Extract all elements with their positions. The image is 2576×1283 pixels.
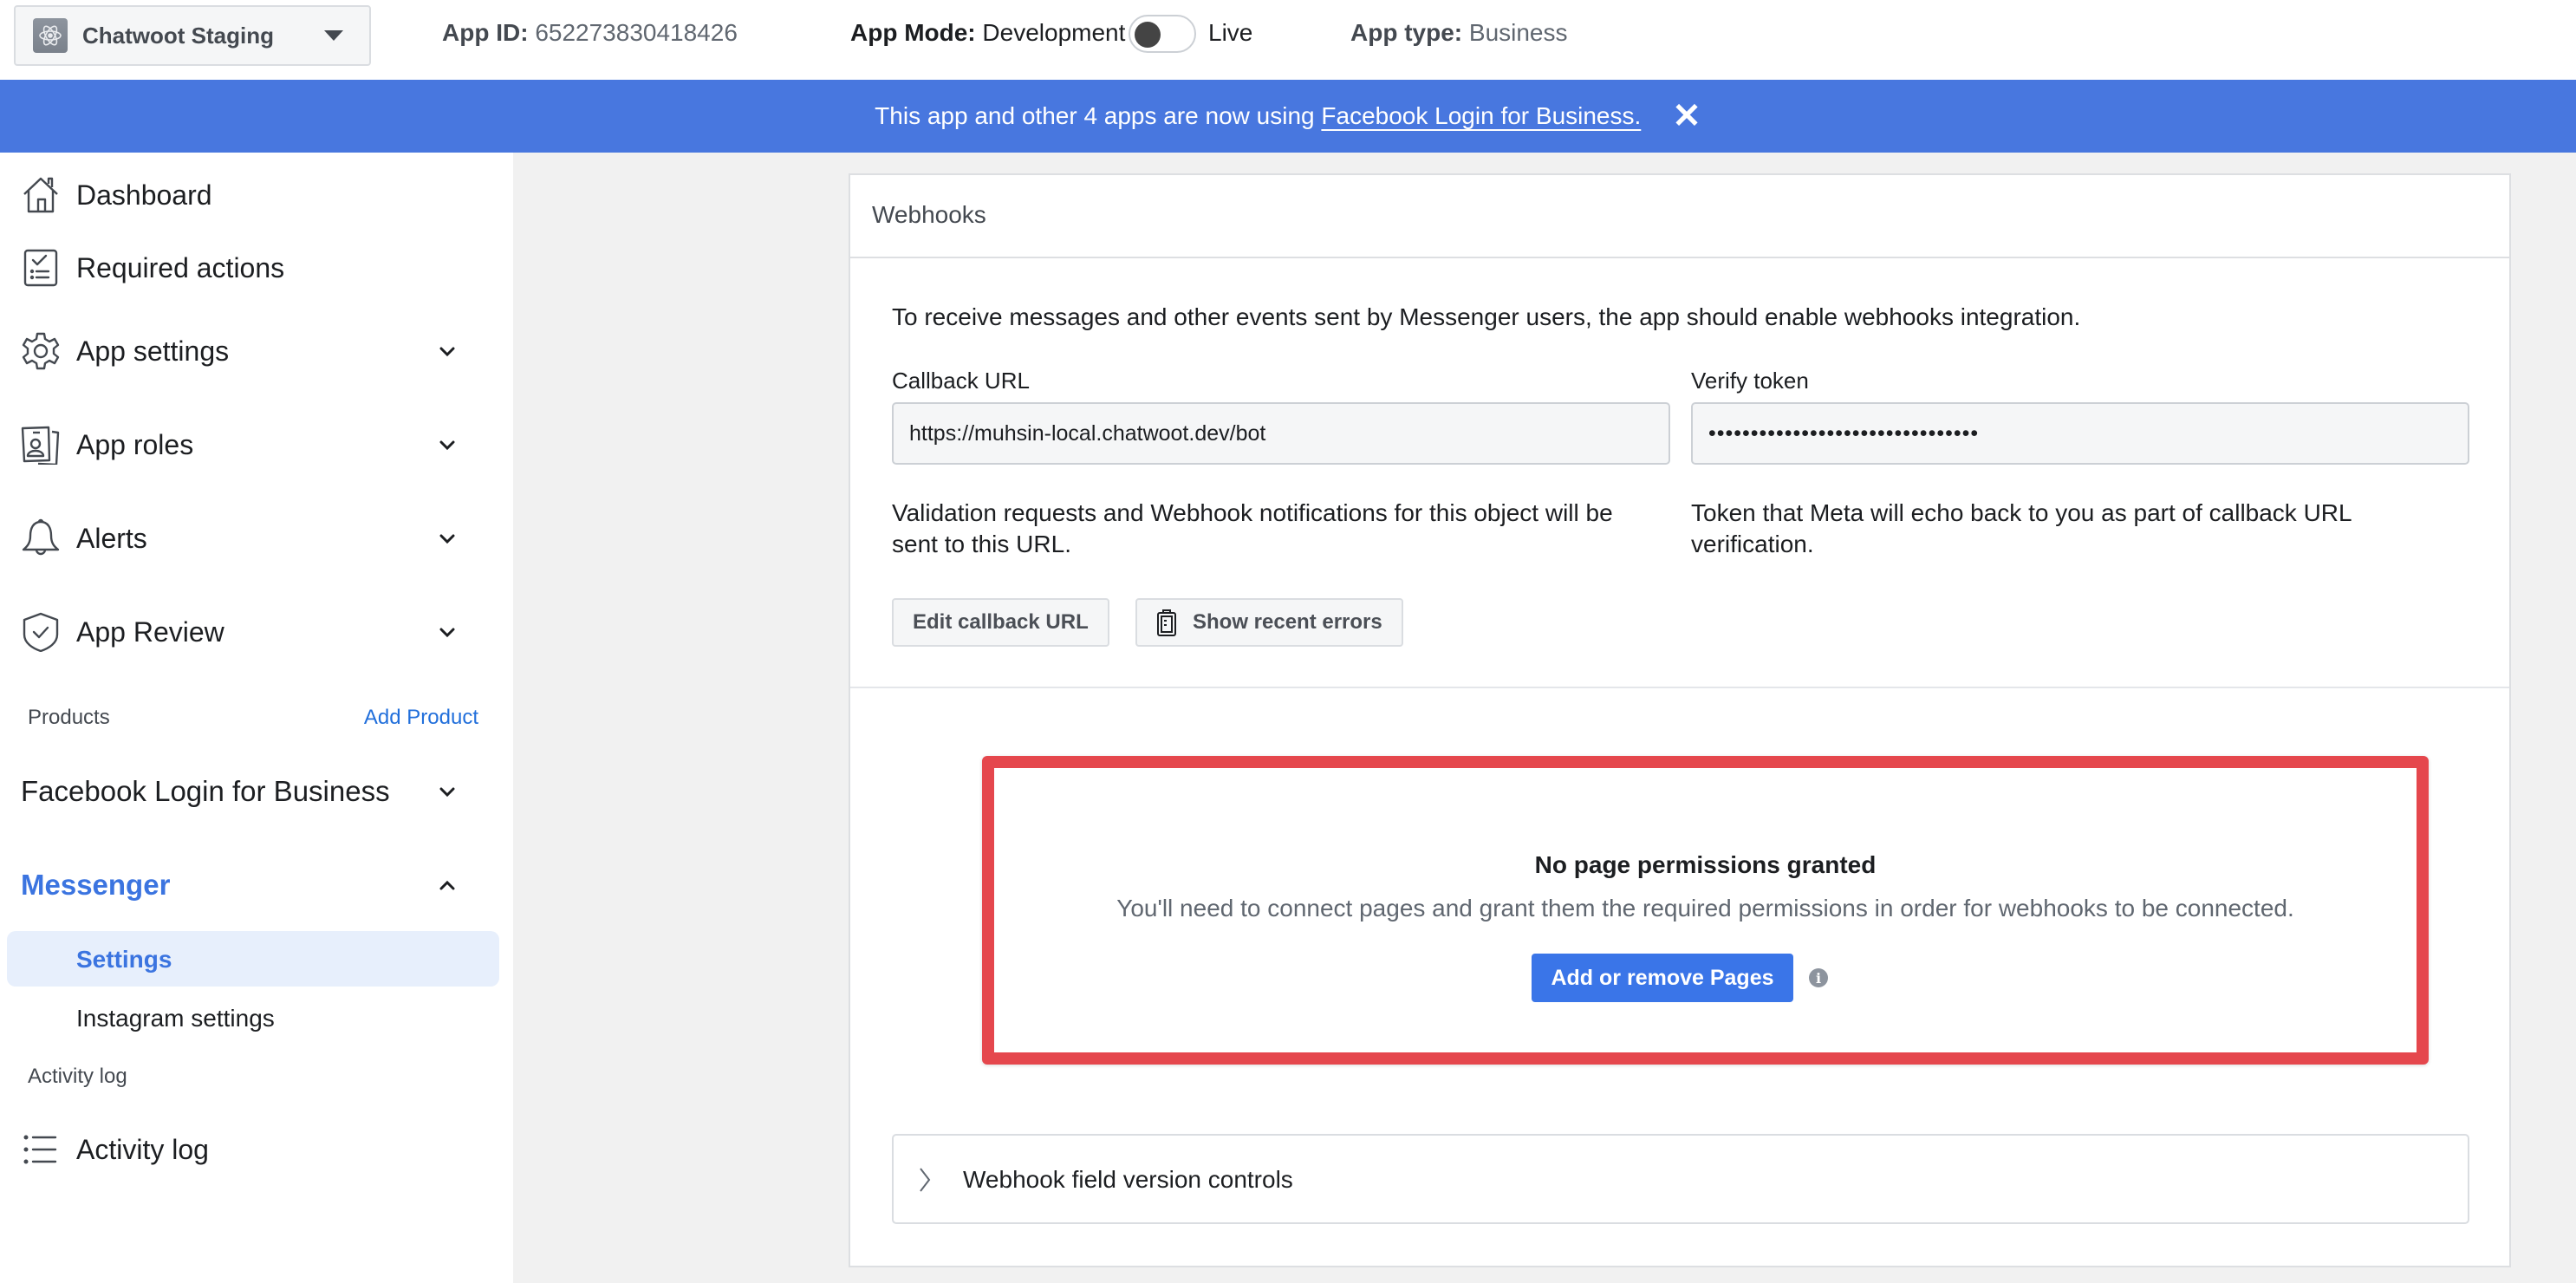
subitem-label: Settings: [76, 946, 172, 973]
webhook-version-controls-expander[interactable]: Webhook field version controls: [892, 1134, 2469, 1224]
app-type-label: App type:: [1350, 19, 1463, 46]
app-mode-label: App Mode:: [850, 19, 976, 46]
sidebar-item-app-settings[interactable]: App settings: [0, 321, 513, 381]
chevron-right-icon: [920, 1168, 931, 1192]
banner-link[interactable]: Facebook Login for Business.: [1321, 102, 1641, 130]
sidebar-item-label: App settings: [76, 335, 230, 367]
callback-url-label: Callback URL: [892, 368, 1030, 394]
app-type: App type: Business: [1350, 17, 1568, 49]
sidebar-item-label: App roles: [76, 428, 194, 460]
home-icon: [21, 175, 61, 215]
sidebar-product-messenger[interactable]: Messenger: [0, 855, 513, 915]
live-label: Live: [1208, 19, 1253, 46]
add-product-link[interactable]: Add Product: [364, 706, 478, 730]
chevron-down-icon: [439, 440, 455, 451]
app-type-value: Business: [1468, 19, 1568, 46]
add-remove-pages-button[interactable]: Add or remove Pages: [1532, 954, 1793, 1002]
sidebar-item-label: App Review: [76, 615, 224, 648]
sidebar-subitem-instagram-settings[interactable]: Instagram settings: [7, 990, 499, 1045]
close-icon[interactable]: ✕: [1672, 99, 1701, 134]
sidebar-item-activity-log[interactable]: Activity log: [0, 1119, 513, 1180]
app-mode: App Mode: Development: [850, 17, 1125, 49]
subitem-label: Instagram settings: [76, 1005, 275, 1032]
product-label: Messenger: [21, 869, 171, 901]
sidebar-item-dashboard[interactable]: Dashboard: [0, 165, 513, 225]
sidebar-item-label: Dashboard: [76, 179, 212, 211]
webhooks-intro: To receive messages and other events sen…: [892, 303, 2081, 330]
products-section-label: Products: [28, 706, 110, 729]
sidebar-item-label: Required actions: [76, 251, 285, 283]
callback-url-help: Validation requests and Webhook notifica…: [892, 499, 1613, 557]
permissions-message: You'll need to connect pages and grant t…: [1116, 895, 2294, 922]
edit-callback-url-label: Edit callback URL: [913, 610, 1089, 634]
chevron-down-icon: [439, 628, 455, 638]
chevron-down-icon: [439, 347, 455, 357]
notification-banner: This app and other 4 apps are now using …: [0, 80, 2576, 153]
show-recent-errors-label: Show recent errors: [1193, 610, 1382, 634]
webhooks-card: Webhooks To receive messages and other e…: [849, 173, 2511, 1267]
app-id-label: App ID:: [442, 19, 529, 46]
verify-token-help: Token that Meta will echo back to you as…: [1691, 499, 2352, 557]
activity-section-label: Activity log: [28, 1065, 127, 1088]
top-bar: Chatwoot Staging App ID: 652273830418426…: [0, 0, 2576, 80]
app-atom-icon: [33, 18, 68, 53]
bell-icon: [21, 518, 61, 558]
id-badge-icon: [21, 425, 61, 465]
sidebar-subitem-settings[interactable]: Settings: [7, 931, 499, 987]
toggle-knob: [1135, 22, 1161, 48]
checklist-icon: [21, 248, 61, 288]
app-mode-toggle[interactable]: [1129, 15, 1196, 53]
callback-url-input[interactable]: [892, 402, 1670, 465]
card-header: Webhooks: [850, 175, 2509, 258]
sidebar-item-app-roles[interactable]: App roles: [0, 414, 513, 475]
edit-callback-url-button[interactable]: Edit callback URL: [892, 598, 1109, 647]
sidebar-item-label: Alerts: [76, 522, 147, 554]
verify-token-label: Verify token: [1691, 368, 1809, 394]
verify-token-input[interactable]: [1691, 402, 2469, 465]
shield-check-icon: [21, 612, 61, 652]
page-permissions-notice: No page permissions granted You'll need …: [982, 756, 2429, 1065]
card-title: Webhooks: [872, 201, 986, 228]
chevron-down-icon: [439, 534, 455, 544]
chevron-up-icon: [439, 880, 455, 890]
caret-down-icon: [324, 30, 343, 41]
sidebar-item-alerts[interactable]: Alerts: [0, 508, 513, 569]
list-icon: [21, 1130, 61, 1169]
permissions-title: No page permissions granted: [1534, 851, 1877, 878]
sidebar: Dashboard Required actions App settings …: [0, 153, 513, 1283]
app-selector[interactable]: Chatwoot Staging: [14, 5, 371, 66]
version-controls-label: Webhook field version controls: [963, 1166, 1293, 1193]
app-mode-value: Development: [982, 19, 1126, 46]
banner-text: This app and other 4 apps are now using: [875, 102, 1315, 129]
chevron-down-icon: [439, 787, 455, 798]
sidebar-product-facebook-login[interactable]: Facebook Login for Business: [0, 761, 513, 822]
app-name: Chatwoot Staging: [82, 22, 274, 49]
clipboard-icon: [1156, 609, 1177, 636]
sidebar-item-app-review[interactable]: App Review: [0, 602, 513, 662]
sidebar-item-label: Activity log: [76, 1133, 209, 1165]
gear-icon: [21, 331, 61, 371]
app-id: App ID: 652273830418426: [442, 17, 738, 49]
info-icon[interactable]: i: [1809, 968, 1828, 987]
app-id-value: 652273830418426: [535, 19, 738, 46]
show-recent-errors-button[interactable]: Show recent errors: [1135, 598, 1403, 647]
section-divider: [850, 687, 2509, 688]
sidebar-item-required-actions[interactable]: Required actions: [0, 238, 513, 298]
product-label: Facebook Login for Business: [21, 775, 390, 807]
